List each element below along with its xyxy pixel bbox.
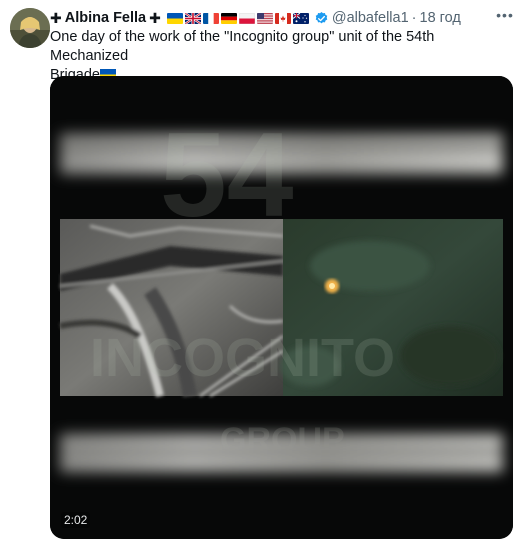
video-player[interactable]: 54 INCOGNITO GROUP 2:02	[50, 76, 513, 539]
france-flag	[202, 12, 219, 24]
ukraine-flag	[166, 12, 183, 24]
watermark-line1: INCOGNITO	[90, 328, 395, 388]
more-options-icon[interactable]: •••	[496, 6, 514, 24]
usa-flag	[256, 12, 273, 24]
cross-icon: ✚	[50, 9, 62, 26]
tweet-card[interactable]: ✚ Albina Fella ✚ @albafella1 · 18 год ••…	[0, 0, 528, 547]
video-duration: 2:02	[61, 512, 91, 528]
author-name[interactable]: Albina Fella	[65, 10, 146, 26]
tweet-timestamp[interactable]: 18 год	[420, 10, 461, 26]
verified-badge-icon	[315, 11, 328, 23]
flag-emoji-list	[166, 12, 309, 24]
video-frame: 54 INCOGNITO GROUP	[50, 76, 513, 539]
author-handle[interactable]: @albafella1	[332, 10, 409, 26]
avatar[interactable]	[10, 8, 50, 48]
australia-flag	[292, 12, 309, 24]
watermark-number: 54	[160, 108, 294, 242]
poland-flag	[238, 12, 255, 24]
canada-flag	[274, 12, 291, 24]
blurred-bottom-band	[60, 434, 503, 472]
uk-flag	[184, 12, 201, 24]
separator-dot: ·	[411, 10, 417, 26]
cross-icon: ✚	[149, 9, 161, 26]
germany-flag	[220, 12, 237, 24]
tweet-text-line1: One day of the work of the "Incognito gr…	[50, 29, 435, 64]
tweet-header: ✚ Albina Fella ✚ @albafella1 · 18 год	[50, 9, 461, 27]
